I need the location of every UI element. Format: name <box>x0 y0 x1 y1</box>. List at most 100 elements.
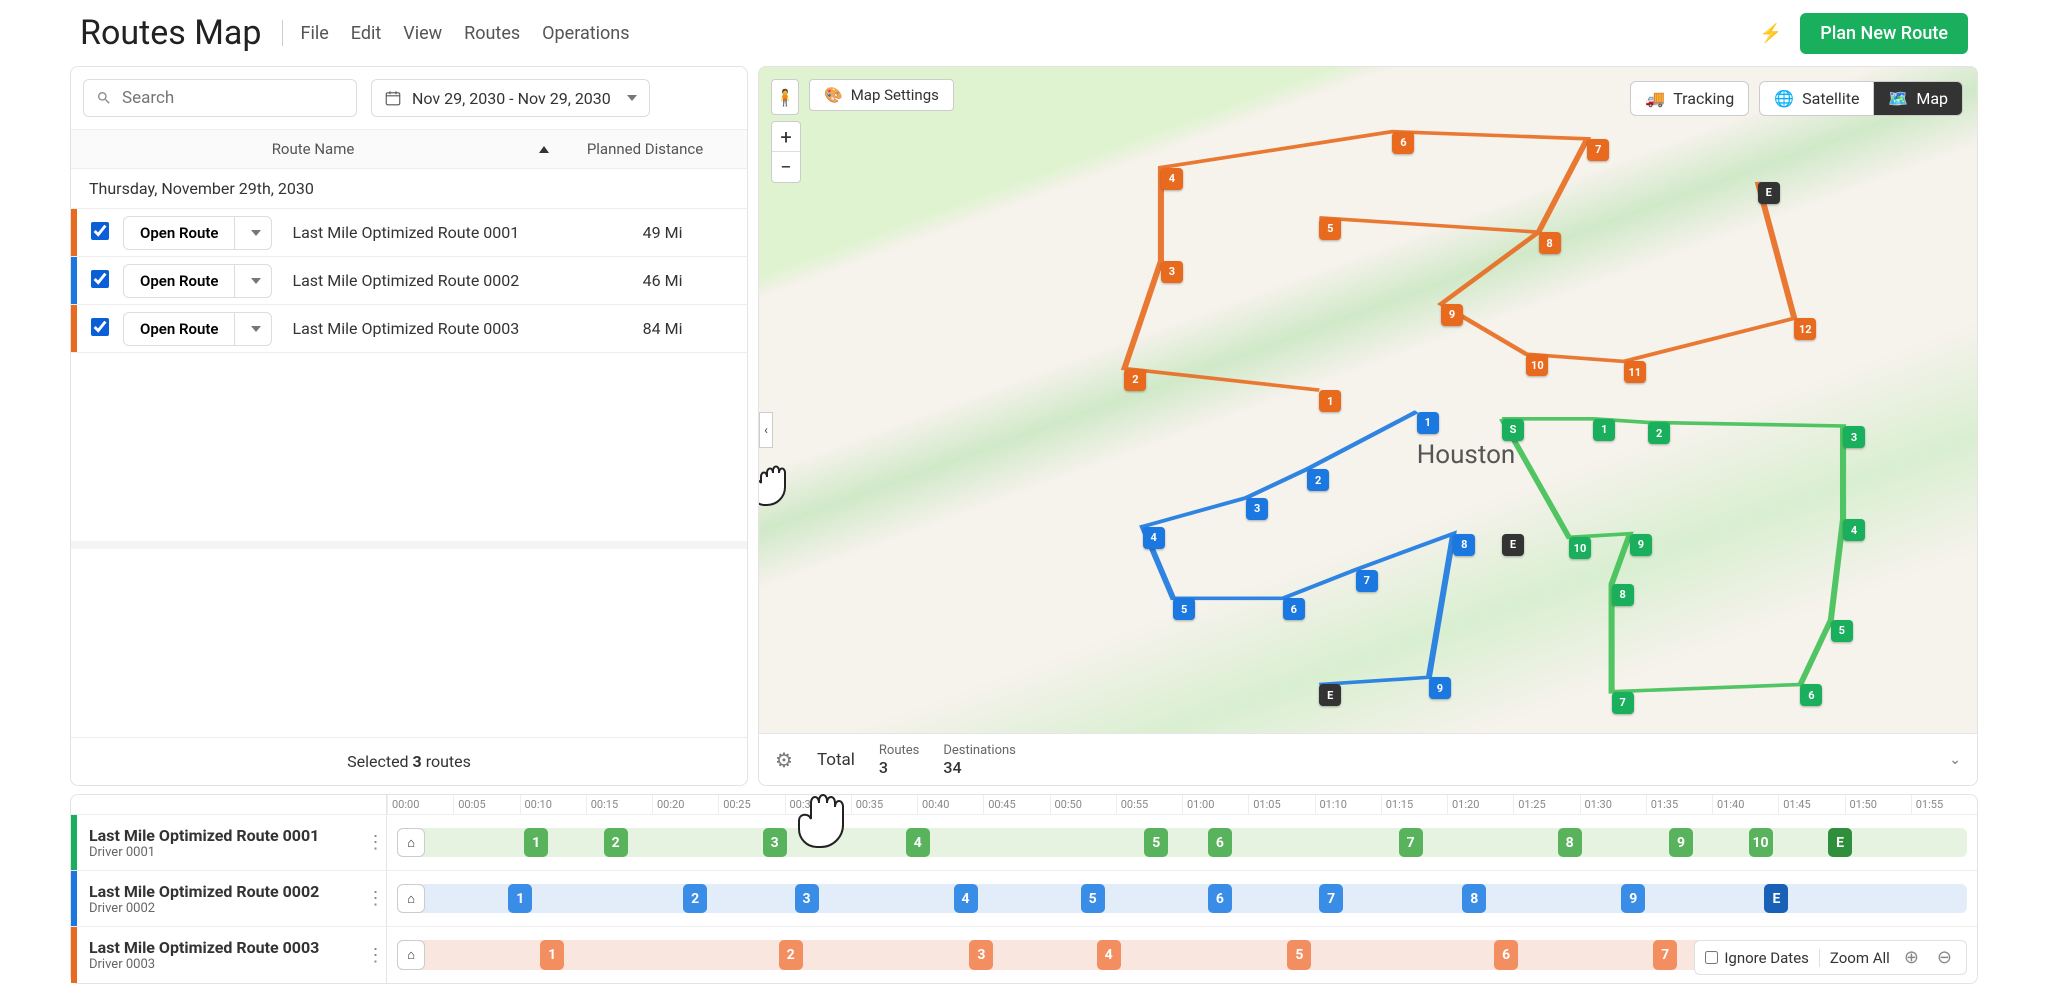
column-planned-distance[interactable]: Planned Distance <box>539 140 735 158</box>
pegman-icon[interactable]: 🧍 <box>771 79 799 115</box>
ignore-dates-checkbox[interactable]: Ignore Dates <box>1705 949 1820 967</box>
map-stop-pin[interactable]: 3 <box>1843 426 1865 448</box>
zoom-in-button[interactable]: + <box>772 122 800 152</box>
timeline-stop[interactable]: 7 <box>1399 828 1423 857</box>
map-stop-pin[interactable]: 7 <box>1356 570 1378 592</box>
timeline-stop[interactable]: 6 <box>1494 940 1518 970</box>
map-stop-pin[interactable]: 9 <box>1429 677 1451 699</box>
route-row[interactable]: Open Route Last Mile Optimized Route 000… <box>71 257 747 305</box>
map-stop-pin[interactable]: E <box>1319 684 1341 706</box>
map-stop-pin[interactable]: 9 <box>1441 304 1463 326</box>
menu-file[interactable]: File <box>301 23 329 44</box>
map-stop-pin[interactable]: 5 <box>1173 598 1195 620</box>
timeline-stop[interactable]: 1 <box>540 940 564 970</box>
menu-routes[interactable]: Routes <box>464 23 520 44</box>
timeline-stop[interactable]: 1 <box>508 884 532 913</box>
plan-new-route-button[interactable]: Plan New Route <box>1800 13 1968 54</box>
zoom-out-icon[interactable]: ⊖ <box>1933 947 1956 968</box>
map-stop-pin[interactable]: 7 <box>1612 692 1634 714</box>
map-stop-pin[interactable]: 7 <box>1587 139 1609 161</box>
route-row[interactable]: Open Route Last Mile Optimized Route 000… <box>71 209 747 257</box>
timeline-stop[interactable]: 4 <box>954 884 978 913</box>
timeline-stop[interactable]: 3 <box>763 828 787 857</box>
route-checkbox[interactable] <box>91 318 109 336</box>
search-input[interactable] <box>122 88 344 108</box>
timeline-stop[interactable]: 6 <box>1208 828 1232 857</box>
map-stop-pin[interactable]: 8 <box>1539 232 1561 254</box>
search-input-wrap[interactable] <box>83 79 357 117</box>
route-row[interactable]: Open Route Last Mile Optimized Route 000… <box>71 305 747 353</box>
map-stop-pin[interactable]: 1 <box>1319 390 1341 412</box>
timeline-stop[interactable]: 1 <box>524 828 548 857</box>
timeline-stop[interactable]: 5 <box>1287 940 1311 970</box>
timeline-stop[interactable]: 5 <box>1081 884 1105 913</box>
map-stop-pin[interactable]: 1 <box>1417 412 1439 434</box>
map-stop-pin[interactable]: 5 <box>1831 620 1853 642</box>
row-menu-icon[interactable]: ⋮ <box>365 871 387 926</box>
timeline-track[interactable]: ⌂ 12345678910E <box>387 815 1977 870</box>
timeline-stop[interactable]: 7 <box>1319 884 1343 913</box>
open-route-button[interactable]: Open Route <box>123 264 235 298</box>
zoom-out-button[interactable]: − <box>772 152 800 182</box>
satellite-toggle[interactable]: 🌐 Satellite <box>1759 81 1873 116</box>
bolt-icon[interactable]: ⚡ <box>1760 23 1782 44</box>
zoom-in-icon[interactable]: ⊕ <box>1900 947 1923 968</box>
open-route-button[interactable]: Open Route <box>123 312 235 346</box>
map-toggle[interactable]: 🗺️ Map <box>1873 81 1963 116</box>
home-icon[interactable]: ⌂ <box>397 940 425 970</box>
map-stop-pin[interactable]: 6 <box>1283 598 1305 620</box>
map-stop-pin[interactable]: E <box>1502 534 1524 556</box>
timeline-stop[interactable]: 3 <box>795 884 819 913</box>
map-stop-pin[interactable]: E <box>1758 182 1780 204</box>
date-range-picker[interactable]: Nov 29, 2030 - Nov 29, 2030 <box>371 79 650 117</box>
timeline-stop[interactable]: E <box>1764 884 1788 913</box>
timeline-stop[interactable]: 4 <box>906 828 930 857</box>
map-stop-pin[interactable]: 2 <box>1648 422 1670 444</box>
map-stop-pin[interactable]: 10 <box>1569 537 1591 559</box>
timeline-stop[interactable]: E <box>1828 828 1852 857</box>
checkbox[interactable] <box>1705 951 1718 964</box>
map-stop-pin[interactable]: 8 <box>1453 534 1475 556</box>
timeline-stop[interactable]: 2 <box>604 828 628 857</box>
timeline-stop[interactable]: 2 <box>683 884 707 913</box>
open-route-dropdown[interactable] <box>235 264 272 298</box>
menu-operations[interactable]: Operations <box>542 23 629 44</box>
gear-icon[interactable]: ⚙ <box>775 748 793 772</box>
map-panel[interactable]: Houston 🧍 🎨 Map Settings + − 🚚 Tracking … <box>758 66 1978 786</box>
map-stop-pin[interactable]: 10 <box>1526 354 1548 376</box>
timeline-stop[interactable]: 9 <box>1621 884 1645 913</box>
home-icon[interactable]: ⌂ <box>397 828 425 857</box>
timeline-track[interactable]: ⌂ 123456789E <box>387 871 1977 926</box>
menu-view[interactable]: View <box>403 23 442 44</box>
timeline-stop[interactable]: 4 <box>1097 940 1121 970</box>
map-stop-pin[interactable]: 12 <box>1794 318 1816 340</box>
tracking-button[interactable]: 🚚 Tracking <box>1630 81 1749 116</box>
timeline-stop[interactable]: 5 <box>1144 828 1168 857</box>
route-checkbox[interactable] <box>91 270 109 288</box>
timeline-stop[interactable]: 2 <box>779 940 803 970</box>
scrollbar-horizontal[interactable] <box>71 541 747 549</box>
map-stop-pin[interactable]: 11 <box>1624 361 1646 383</box>
timeline-stop[interactable]: 7 <box>1653 940 1677 970</box>
route-checkbox[interactable] <box>91 222 109 240</box>
row-menu-icon[interactable]: ⋮ <box>365 815 387 870</box>
open-route-dropdown[interactable] <box>235 312 272 346</box>
timeline-stop[interactable]: 8 <box>1558 828 1582 857</box>
timeline-stop[interactable]: 8 <box>1462 884 1486 913</box>
home-icon[interactable]: ⌂ <box>397 884 425 913</box>
timeline-stop[interactable]: 3 <box>969 940 993 970</box>
map-stop-pin[interactable]: 3 <box>1161 261 1183 283</box>
map-stop-pin[interactable]: 4 <box>1143 527 1165 549</box>
map-stop-pin[interactable]: 2 <box>1307 469 1329 491</box>
map-settings-button[interactable]: 🎨 Map Settings <box>809 79 954 111</box>
zoom-all-button[interactable]: Zoom All <box>1830 949 1890 967</box>
row-menu-icon[interactable]: ⋮ <box>365 927 387 983</box>
timeline-stop[interactable]: 9 <box>1669 828 1693 857</box>
open-route-dropdown[interactable] <box>235 216 272 250</box>
map-stop-pin[interactable]: 1 <box>1593 419 1615 441</box>
map-stop-pin[interactable]: 8 <box>1612 584 1634 606</box>
map-stop-pin[interactable]: 4 <box>1161 168 1183 190</box>
column-route-name[interactable]: Route Name <box>133 140 493 158</box>
map-stop-pin[interactable]: 9 <box>1630 534 1652 556</box>
map-stop-pin[interactable]: 6 <box>1392 132 1414 154</box>
